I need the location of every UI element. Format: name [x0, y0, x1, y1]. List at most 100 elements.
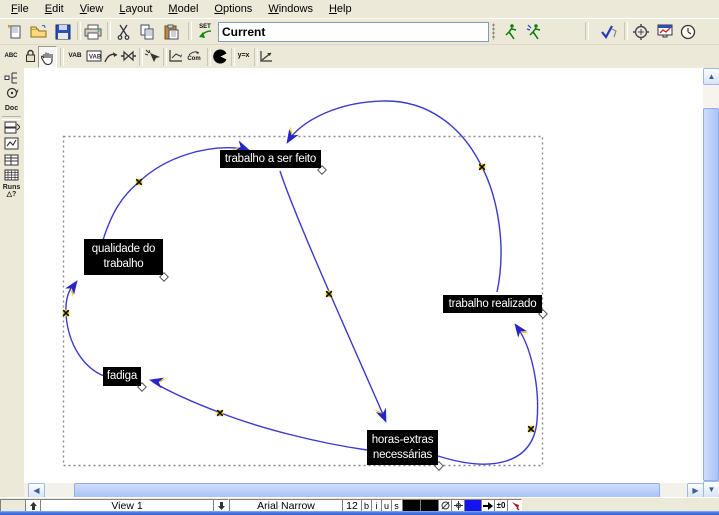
runs-compare-button[interactable]: Runs △? — [1, 182, 22, 200]
text-tool-icon: ABC — [5, 53, 18, 59]
arrow-handle-x[interactable] — [326, 291, 333, 298]
causal-arrow[interactable] — [153, 382, 367, 450]
diagram-node[interactable]: trabalho realizado — [443, 295, 542, 313]
toolbar-separator — [624, 22, 628, 40]
sketch-canvas[interactable]: trabalho a ser feitoqualidade dotrabalho… — [24, 68, 703, 483]
menu-file[interactable]: File — [3, 1, 37, 18]
toolbar-separator — [60, 48, 64, 66]
scroll-down-button[interactable]: ▼ — [703, 481, 719, 498]
box-variable-button[interactable]: VAB — [85, 46, 102, 66]
time-axis-button[interactable] — [677, 21, 699, 42]
lock-button[interactable] — [22, 46, 38, 66]
scroll-left-button[interactable]: ◀ — [28, 483, 45, 498]
scroll-right-button[interactable]: ▶ — [687, 483, 704, 498]
down-arrow-icon — [218, 502, 225, 510]
rate-valve-icon — [120, 50, 137, 63]
copy-button[interactable] — [136, 21, 158, 42]
horizontal-scrollbar[interactable]: ◀ ▶ — [24, 483, 703, 497]
analysis-sidebar: Doc Runs △? — [0, 68, 25, 497]
paste-button[interactable] — [160, 21, 182, 42]
app-window: FileEditViewLayoutModelOptionsWindowsHel… — [0, 0, 719, 515]
node-label-line: necessárias — [373, 448, 432, 463]
menu-options[interactable]: Options — [206, 1, 260, 18]
document-button[interactable]: Doc — [1, 101, 22, 116]
run-simulation-button[interactable] — [500, 21, 522, 42]
comment-tool-icon: Com — [187, 56, 200, 62]
cut-button[interactable] — [112, 21, 134, 42]
causal-arrow[interactable] — [438, 327, 538, 464]
print-button[interactable] — [82, 21, 104, 42]
run-synthesim-button[interactable] — [524, 21, 546, 42]
arrow-handle-x[interactable] — [479, 164, 486, 171]
comment-tool-button[interactable]: Com — [184, 46, 204, 66]
io-object-button[interactable] — [167, 46, 184, 66]
shadow-variable-icon — [144, 49, 160, 63]
reference-mode-button[interactable] — [258, 46, 275, 66]
causes-strip-icon — [4, 121, 20, 134]
equations-tool-button[interactable]: y=x — [234, 46, 253, 66]
causal-arrow[interactable] — [66, 283, 104, 376]
menu-model[interactable]: Model — [160, 1, 206, 18]
sketch-toolbar: ABC VAB VAB Com — [0, 44, 719, 70]
menu-windows[interactable]: Windows — [260, 1, 321, 18]
menu-bar: FileEditViewLayoutModelOptionsWindowsHel… — [0, 0, 719, 19]
check-model-button[interactable] — [598, 21, 620, 42]
text-tool-button[interactable]: ABC — [2, 46, 20, 66]
toolbar-separator — [77, 22, 81, 40]
arrow-width-icon — [483, 502, 493, 510]
simulation-setup-button[interactable] — [630, 21, 652, 42]
vertical-scrollbar[interactable]: ▲ ▼ — [703, 68, 719, 497]
diagram-node[interactable]: trabalho a ser feito — [220, 150, 321, 168]
arrow-tool-button[interactable] — [103, 46, 119, 66]
main-toolbar: SET — [0, 18, 719, 45]
menu-layout[interactable]: Layout — [111, 1, 160, 18]
node-label-line: horas-extras — [372, 433, 434, 448]
new-file-button[interactable] — [4, 21, 26, 42]
cut-scissors-icon — [116, 24, 131, 40]
open-file-button[interactable] — [28, 21, 50, 42]
arrow-handle-x[interactable] — [528, 426, 535, 433]
menu-help[interactable]: Help — [321, 1, 360, 18]
shape-icon — [441, 501, 450, 510]
loops-button[interactable] — [1, 85, 22, 100]
rate-tool-button[interactable] — [119, 46, 137, 66]
table-button[interactable] — [1, 152, 22, 167]
runs-compare-glyph: △? — [7, 191, 17, 198]
set-dataset-icon — [197, 30, 213, 40]
dataset-name-input[interactable] — [218, 22, 489, 42]
lock-icon — [24, 49, 37, 63]
toolbar-separator — [107, 22, 111, 40]
vscroll-thumb[interactable] — [703, 108, 719, 481]
set-dataset-button[interactable]: SET — [194, 21, 216, 42]
diagram-node[interactable]: fadiga — [103, 367, 141, 386]
move-tool-button[interactable] — [38, 46, 57, 68]
shadow-variable-button[interactable] — [143, 46, 161, 66]
taskbar-edge — [0, 511, 719, 515]
node-label-line: qualidade do — [92, 242, 155, 257]
output-windows-button[interactable] — [654, 21, 676, 42]
simulation-setup-icon — [632, 24, 650, 40]
arrow-handle-x[interactable] — [217, 410, 224, 417]
save-button[interactable] — [52, 21, 74, 42]
node-label-line: trabalho realizado — [449, 297, 537, 312]
menu-edit[interactable]: Edit — [37, 1, 72, 18]
menu-view[interactable]: View — [72, 1, 112, 18]
variable-tool-button[interactable]: VAB — [66, 46, 84, 66]
delete-tool-button[interactable] — [211, 46, 229, 66]
diagram-node[interactable]: qualidade dotrabalho — [84, 239, 163, 275]
scroll-up-button[interactable]: ▲ — [703, 68, 719, 85]
causal-arrow[interactable] — [288, 101, 501, 292]
arrow-handle-x[interactable] — [136, 179, 143, 186]
table-time-button[interactable] — [1, 167, 22, 182]
new-file-icon — [7, 23, 24, 40]
position-icon — [454, 501, 463, 510]
arrow-handle-x[interactable] — [63, 310, 70, 317]
graph-button[interactable] — [1, 136, 22, 151]
arrowhead-point — [510, 320, 527, 338]
hscroll-thumb[interactable] — [74, 483, 660, 498]
diagram-node[interactable]: horas-extrasnecessárias — [367, 430, 438, 465]
diagram-layer — [24, 68, 703, 483]
causes-tree-button[interactable] — [1, 70, 22, 85]
causal-arrow[interactable] — [280, 171, 385, 419]
causes-strip-button[interactable] — [1, 120, 22, 135]
